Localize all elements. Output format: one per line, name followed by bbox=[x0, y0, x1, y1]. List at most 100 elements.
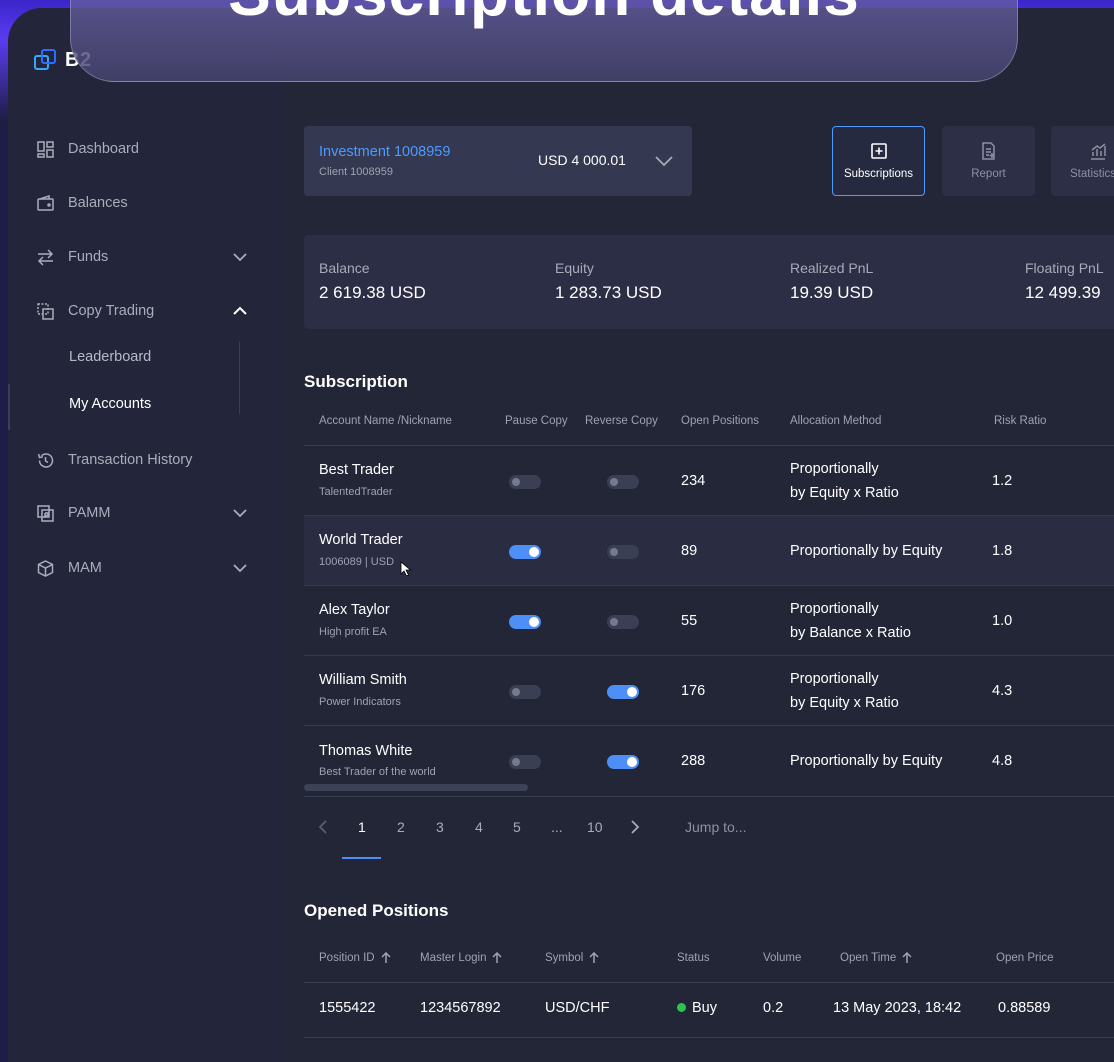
reverse-copy-toggle[interactable] bbox=[607, 615, 639, 629]
reverse-copy-toggle[interactable] bbox=[607, 685, 639, 699]
sidebar-item-balances[interactable]: Balances bbox=[8, 188, 284, 218]
allocation-method: Proportionally by Balance x Ratio bbox=[790, 597, 911, 645]
table-row[interactable]: Best Trader TalentedTrader 234 Proportio… bbox=[304, 446, 1114, 516]
column-header-label: Master Login bbox=[420, 952, 487, 964]
chart-icon bbox=[1091, 143, 1106, 160]
jump-to-input[interactable]: Jump to... bbox=[685, 819, 746, 835]
account-nickname: TalentedTrader bbox=[319, 486, 393, 498]
chevron-down-icon[interactable] bbox=[232, 505, 248, 521]
pause-copy-toggle[interactable] bbox=[509, 475, 541, 489]
allocation-line: by Equity x Ratio bbox=[790, 485, 899, 501]
table-row[interactable]: Alex Taylor High profit EA 55 Proportion… bbox=[304, 586, 1114, 656]
allocation-method: Proportionally by Equity bbox=[790, 539, 942, 563]
page-ellipsis[interactable]: ... bbox=[551, 819, 563, 835]
sidebar-item-label: Dashboard bbox=[68, 141, 139, 157]
page-5[interactable]: 5 bbox=[513, 819, 521, 835]
current-page-indicator bbox=[342, 857, 381, 859]
table-divider bbox=[304, 796, 1114, 797]
sidebar-item-mam[interactable]: MAM bbox=[8, 553, 284, 583]
stat-value: 12 499.39 bbox=[1025, 283, 1101, 302]
column-header-status: Status bbox=[677, 952, 710, 964]
statistics-button[interactable]: Statistics bbox=[1051, 126, 1114, 196]
allocation-line: Proportionally bbox=[790, 671, 879, 687]
sidebar-item-transaction-history[interactable]: Transaction History bbox=[8, 445, 284, 475]
statistics-label: Statistics bbox=[1070, 168, 1114, 180]
sort-arrow-icon bbox=[492, 952, 503, 963]
account-stats: Balance 2 619.38 USD Equity 1 283.73 USD… bbox=[304, 235, 1114, 329]
transfer-icon bbox=[37, 248, 54, 266]
app-window: B2 Dashboard Balances Funds Copy bbox=[8, 8, 1114, 1062]
pause-copy-toggle[interactable] bbox=[509, 545, 541, 559]
allocation-line: Proportionally by Equity bbox=[790, 543, 943, 559]
master-login: 1234567892 bbox=[420, 1000, 501, 1016]
page-4[interactable]: 4 bbox=[475, 819, 483, 835]
report-icon bbox=[981, 142, 995, 160]
allocation-method: Proportionally by Equity x Ratio bbox=[790, 457, 899, 505]
risk-ratio: 4.3 bbox=[992, 683, 1013, 699]
pause-copy-toggle[interactable] bbox=[509, 685, 541, 699]
allocation-method: Proportionally by Equity bbox=[790, 749, 942, 773]
column-header-position-id[interactable]: Position ID bbox=[319, 952, 391, 964]
page-10[interactable]: 10 bbox=[587, 819, 603, 835]
open-positions: 55 bbox=[681, 613, 698, 629]
column-header-master-login[interactable]: Master Login bbox=[420, 952, 503, 964]
table-row[interactable]: World Trader 1006089 | USD 89 Proportion… bbox=[304, 516, 1114, 586]
chevron-down-icon[interactable] bbox=[232, 560, 248, 576]
stat-balance: Balance 2 619.38 USD bbox=[319, 260, 426, 303]
account-balance: USD 4 000.01 bbox=[538, 152, 626, 168]
open-positions: 234 bbox=[681, 473, 706, 489]
sidebar: B2 Dashboard Balances Funds Copy bbox=[8, 8, 284, 1062]
open-positions: 89 bbox=[681, 543, 698, 559]
sidebar-item-pamm[interactable]: PAMM bbox=[8, 498, 284, 528]
reverse-copy-toggle[interactable] bbox=[607, 475, 639, 489]
chevron-down-icon bbox=[655, 156, 673, 167]
account-nickname: 1006089 | USD bbox=[319, 556, 395, 568]
account-name: William Smith bbox=[319, 672, 407, 688]
sidebar-item-my-accounts[interactable]: My Accounts bbox=[69, 396, 151, 412]
account-selector[interactable]: Investment 1008959 Client 1008959 USD 4 … bbox=[304, 126, 692, 196]
stat-label: Realized PnL bbox=[790, 260, 874, 276]
horizontal-scrollbar[interactable] bbox=[304, 784, 528, 791]
sidebar-item-label: MAM bbox=[68, 560, 102, 576]
chevron-down-icon[interactable] bbox=[232, 249, 248, 265]
pause-copy-toggle[interactable] bbox=[509, 755, 541, 769]
status-badge: Buy bbox=[677, 1000, 717, 1016]
column-header-open-time[interactable]: Open Time bbox=[840, 952, 912, 964]
row-divider bbox=[304, 1037, 1114, 1038]
column-header-label: Status bbox=[677, 952, 710, 964]
sidebar-item-copy-trading[interactable]: Copy Trading bbox=[8, 296, 284, 326]
page-2[interactable]: 2 bbox=[397, 819, 405, 835]
risk-ratio: 1.0 bbox=[992, 613, 1013, 629]
reverse-copy-toggle[interactable] bbox=[607, 545, 639, 559]
reverse-copy-toggle[interactable] bbox=[607, 755, 639, 769]
status-text: Buy bbox=[692, 1000, 717, 1016]
symbol: USD/CHF bbox=[545, 1000, 610, 1016]
open-positions: 288 bbox=[681, 753, 706, 769]
stat-label: Balance bbox=[319, 260, 370, 276]
copy-trading-icon bbox=[37, 302, 54, 320]
history-icon bbox=[37, 452, 54, 469]
chevron-right-icon[interactable] bbox=[630, 820, 640, 834]
sidebar-item-funds[interactable]: Funds bbox=[8, 242, 284, 272]
column-header-label: Volume bbox=[763, 952, 802, 964]
page-3[interactable]: 3 bbox=[436, 819, 444, 835]
report-button[interactable]: Report bbox=[942, 126, 1035, 196]
column-header: Open Positions bbox=[681, 415, 759, 427]
page-1[interactable]: 1 bbox=[358, 819, 366, 835]
chevron-up-icon[interactable] bbox=[232, 303, 248, 319]
sidebar-item-leaderboard[interactable]: Leaderboard bbox=[69, 349, 151, 365]
sidebar-item-label: Copy Trading bbox=[68, 303, 155, 319]
sidebar-item-label: Funds bbox=[68, 249, 109, 265]
allocation-line: by Balance x Ratio bbox=[790, 625, 911, 641]
column-header: Pause Copy bbox=[505, 415, 568, 427]
column-header-symbol[interactable]: Symbol bbox=[545, 952, 599, 964]
sidebar-item-dashboard[interactable]: Dashboard bbox=[8, 134, 284, 164]
open-time: 13 May 2023, 18:42 bbox=[833, 1000, 962, 1016]
submenu-divider bbox=[239, 342, 240, 414]
plus-square-icon bbox=[870, 143, 887, 159]
chevron-left-icon[interactable] bbox=[318, 820, 328, 834]
subscriptions-button[interactable]: Subscriptions bbox=[832, 126, 925, 196]
risk-ratio: 4.8 bbox=[992, 753, 1013, 769]
pause-copy-toggle[interactable] bbox=[509, 615, 541, 629]
table-row[interactable]: William Smith Power Indicators 176 Propo… bbox=[304, 656, 1114, 726]
